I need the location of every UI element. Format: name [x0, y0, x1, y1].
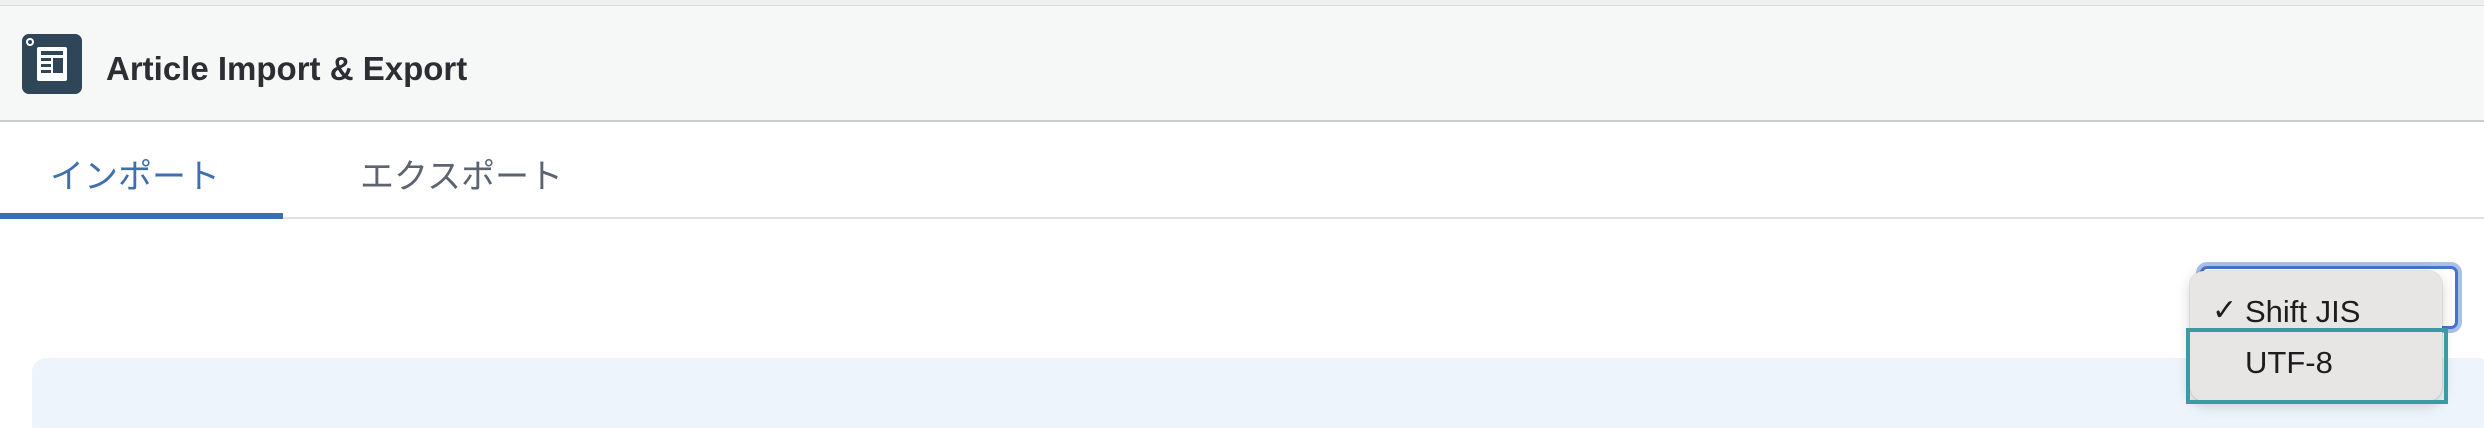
- info-panel: [32, 358, 2484, 428]
- tab-export-label: エクスポート: [360, 158, 563, 196]
- active-tab-indicator: [0, 213, 283, 219]
- tab-import-label: インポート: [50, 158, 220, 196]
- checkmark-icon: ✓: [2212, 294, 2238, 327]
- option-highlight-frame: [2186, 328, 2448, 404]
- app-header: Article Import & Export: [0, 6, 2484, 122]
- option-label: Shift JIS: [2245, 294, 2361, 329]
- app-window: Article Import & Export インポート エクスポート ✓ S…: [0, 0, 2484, 428]
- tab-import[interactable]: インポート: [0, 123, 283, 219]
- tab-bar: インポート エクスポート: [0, 123, 2484, 219]
- newspaper-app-icon: [22, 34, 82, 94]
- tab-export[interactable]: エクスポート: [330, 123, 590, 217]
- page-title: Article Import & Export: [106, 50, 468, 87]
